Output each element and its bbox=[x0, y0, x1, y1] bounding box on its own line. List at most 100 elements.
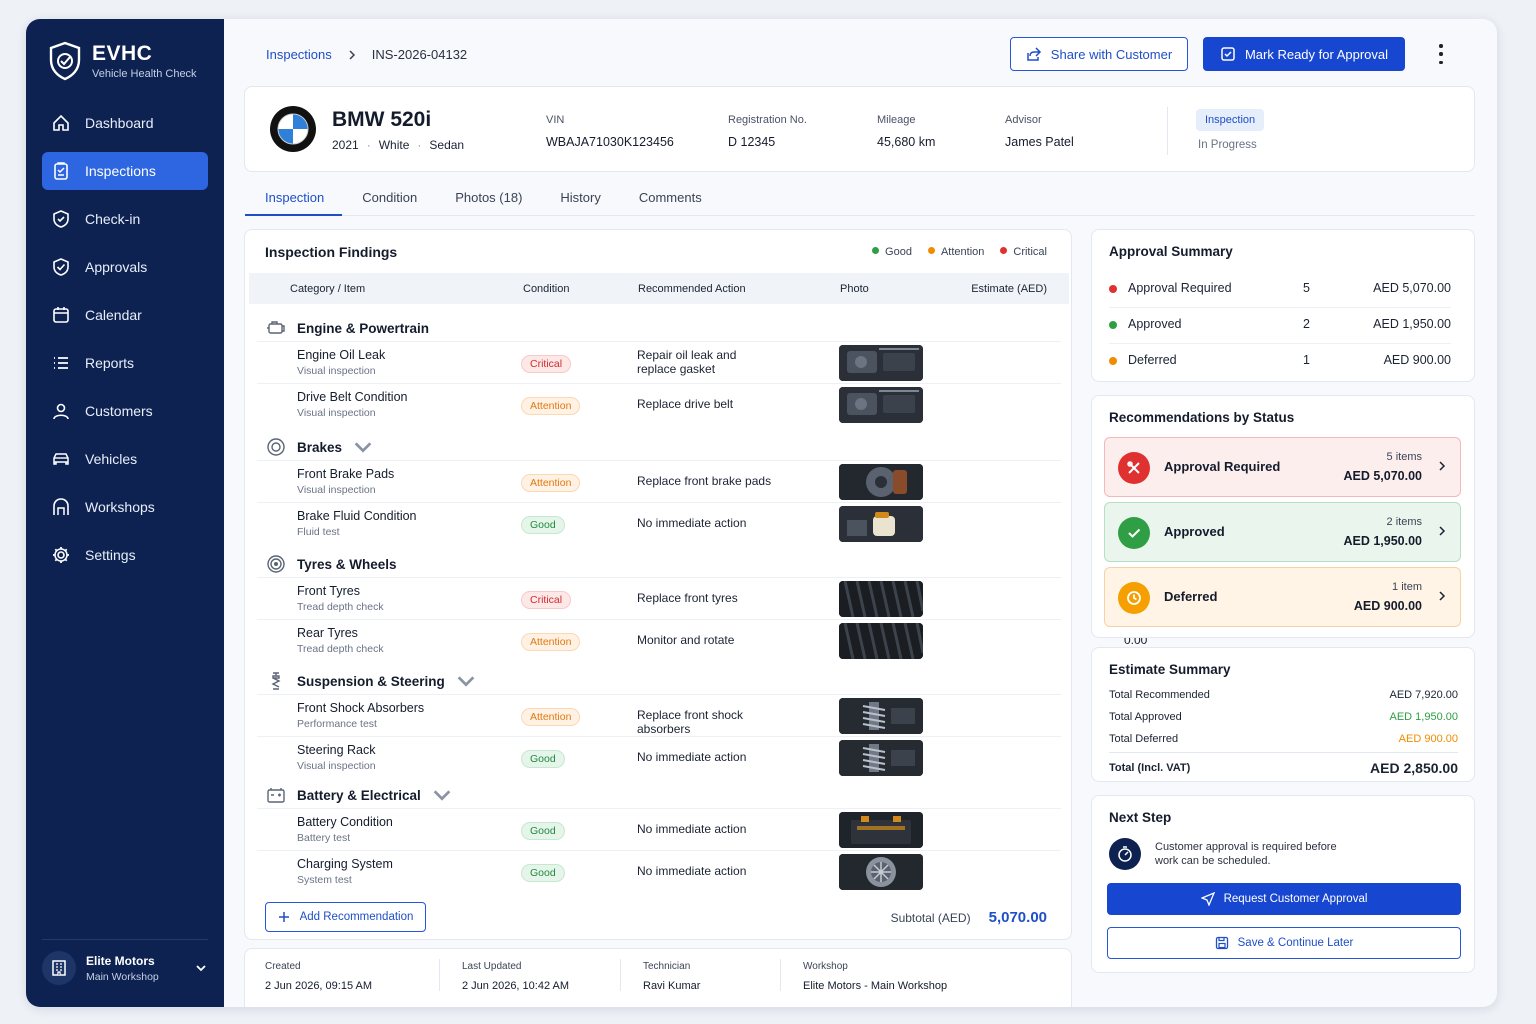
rec-status-deferred[interactable]: Deferred 1 item AED 900.00 bbox=[1104, 567, 1461, 627]
item-name: Engine Oil Leak bbox=[297, 348, 386, 362]
photo-thumbnail[interactable] bbox=[839, 698, 923, 734]
table-row[interactable]: Drive Belt Condition Visual inspection Att… bbox=[257, 383, 1161, 425]
table-row[interactable]: Steering Rack Visual inspection Good No imm… bbox=[257, 736, 1136, 778]
recommended-action: Replace front brake pads bbox=[637, 474, 772, 488]
subtotal: Subtotal (AED) 5,070.00 bbox=[891, 909, 1047, 926]
tab-inspection[interactable]: Inspection bbox=[245, 182, 343, 216]
sidebar-item-workshops[interactable]: Workshops bbox=[42, 488, 208, 526]
group-battery-electrical[interactable]: Battery & Electrical bbox=[265, 784, 453, 806]
sidebar-item-reports[interactable]: Reports bbox=[42, 344, 208, 382]
divider bbox=[620, 959, 621, 991]
more-options-icon[interactable] bbox=[1436, 44, 1446, 64]
group-engine-powertrain[interactable]: Engine & Powertrain bbox=[265, 317, 429, 339]
save-continue-label: Save & Continue Later bbox=[1237, 937, 1354, 949]
table-row[interactable]: Front Shock Absorbers Performance test Att… bbox=[257, 694, 1171, 736]
group-title: Suspension & Steering bbox=[297, 673, 445, 689]
approval-row-approved: Approved 2 AED 1,950.00 bbox=[1109, 308, 1451, 344]
recommended-action: No immediate action bbox=[637, 750, 747, 764]
table-row[interactable]: Rear Tyres Tread depth check Attention Moni… bbox=[257, 619, 1147, 661]
chevron-right-icon bbox=[1439, 526, 1446, 536]
item-sub: Tread depth check bbox=[297, 643, 384, 655]
breadcrumb-parent-link[interactable]: Inspections bbox=[266, 47, 332, 62]
send-icon bbox=[1200, 892, 1215, 906]
table-row[interactable]: Charging System System test Good No immedia… bbox=[257, 850, 1136, 892]
item-name: Front Brake Pads bbox=[297, 467, 395, 481]
next-step-text: Customer approval is required before wor… bbox=[1155, 841, 1337, 867]
tab-photos-18[interactable]: Photos (18) bbox=[435, 182, 540, 216]
mark-ready-button[interactable]: Mark Ready for Approval bbox=[1203, 37, 1405, 71]
table-row[interactable]: Front Brake Pads Visual inspection Attenti… bbox=[257, 460, 1161, 502]
photo-thumbnail[interactable] bbox=[839, 812, 923, 848]
list-icon bbox=[54, 357, 68, 369]
item-name: Brake Fluid Condition bbox=[297, 509, 417, 523]
rec-status-approval-required[interactable]: Approval Required 5 items AED 5,070.00 bbox=[1104, 437, 1461, 497]
table-row[interactable]: Front Tyres Tread depth check Critical Repl… bbox=[257, 577, 1171, 619]
chevron-right-icon bbox=[1439, 591, 1446, 601]
request-approval-label: Request Customer Approval bbox=[1223, 893, 1368, 905]
sidebar-item-vehicles[interactable]: Vehicles bbox=[42, 440, 208, 478]
brake-disc-icon bbox=[267, 438, 285, 456]
request-customer-approval-button[interactable]: Request Customer Approval bbox=[1107, 883, 1461, 915]
photo-thumbnail[interactable] bbox=[839, 854, 923, 890]
item-sub: Visual inspection bbox=[297, 365, 376, 377]
photo-thumbnail[interactable] bbox=[839, 464, 923, 500]
sidebar-item-inspections[interactable]: Inspections bbox=[42, 152, 208, 190]
status-dot bbox=[1109, 321, 1117, 329]
legend-good-label: Good bbox=[885, 246, 912, 258]
share-icon bbox=[1027, 47, 1041, 61]
photo-thumbnail[interactable] bbox=[839, 506, 923, 542]
recommended-action: No immediate action bbox=[637, 864, 747, 878]
sidebar-item-settings[interactable]: Settings bbox=[42, 536, 208, 574]
item-sub: Visual inspection bbox=[297, 407, 376, 419]
sidebar-item-customers[interactable]: Customers bbox=[42, 392, 208, 430]
tab-comments[interactable]: Comments bbox=[619, 182, 720, 216]
tab-bar: Inspection Condition Photos (18) History Com… bbox=[245, 182, 1475, 216]
table-row[interactable]: Battery Condition Battery test Good No imme… bbox=[257, 808, 1136, 850]
estimate-summary-title: Estimate Summary bbox=[1109, 662, 1231, 677]
status-badge: Inspection bbox=[1196, 109, 1265, 131]
photo-thumbnail[interactable] bbox=[839, 740, 923, 776]
group-brakes[interactable]: Brakes bbox=[265, 436, 374, 458]
sidebar-item-check-in[interactable]: Check-in bbox=[42, 200, 208, 238]
rec-amount: AED 900.00 bbox=[1353, 599, 1422, 613]
vehicle-meta: 2021 · White · Sedan bbox=[332, 138, 465, 152]
subtotal-value: 5,070.00 bbox=[988, 909, 1047, 926]
legend-attention: Attention bbox=[927, 246, 984, 258]
col-estimate: Estimate (AED) bbox=[971, 283, 1047, 295]
sidebar-item-dashboard[interactable]: Dashboard bbox=[42, 104, 208, 142]
share-with-customer-button[interactable]: Share with Customer bbox=[1010, 37, 1188, 71]
save-icon bbox=[1215, 936, 1228, 950]
meta-last-updated: Last Updated 2 Jun 2026, 10:42 AM bbox=[462, 961, 569, 992]
table-row[interactable]: Engine Oil Leak Visual inspection Critical… bbox=[257, 341, 1161, 383]
tab-history[interactable]: History bbox=[540, 182, 618, 216]
estimate-row-deferred: Total Deferred AED 900.00 bbox=[1109, 733, 1458, 745]
plus-icon bbox=[278, 912, 289, 922]
rec-status-approved[interactable]: Approved 2 items AED 1,950.00 bbox=[1104, 502, 1461, 562]
photo-thumbnail[interactable] bbox=[839, 581, 923, 617]
estimate-summary-card: Estimate Summary Total Recommended AED 7,… bbox=[1091, 647, 1475, 782]
tab-condition[interactable]: Condition bbox=[342, 182, 435, 216]
battery-icon bbox=[267, 788, 285, 803]
badge-check-icon bbox=[53, 258, 69, 276]
photo-thumbnail[interactable] bbox=[839, 387, 923, 423]
group-tyres-wheels[interactable]: Tyres & Wheels bbox=[265, 553, 397, 575]
registration-value: D 12345 bbox=[728, 135, 776, 149]
sidebar-item-approvals[interactable]: Approvals bbox=[42, 248, 208, 286]
photo-thumbnail[interactable] bbox=[839, 345, 923, 381]
group-suspension-steering[interactable]: Suspension & Steering bbox=[265, 670, 477, 692]
photo-thumbnail[interactable] bbox=[839, 623, 923, 659]
item-name: Battery Condition bbox=[297, 815, 393, 829]
condition-badge: Attention bbox=[521, 708, 581, 726]
approval-label: Approval Required bbox=[1128, 281, 1232, 295]
vehicle-summary-card: BMW 520i 2021 · White · Sedan VIN WBAJA710… bbox=[244, 86, 1475, 172]
brand[interactable]: EVHC Vehicle Health Check bbox=[48, 41, 197, 81]
add-recommendation-button[interactable]: Add Recommendation bbox=[265, 902, 426, 932]
sidebar-item-calendar[interactable]: Calendar bbox=[42, 296, 208, 334]
approval-amount: AED 900.00 bbox=[1383, 353, 1451, 367]
workshop-switcher[interactable]: Elite Motors Main Workshop bbox=[42, 951, 208, 985]
building-icon bbox=[52, 960, 66, 976]
divider bbox=[439, 959, 440, 991]
next-step-title: Next Step bbox=[1109, 810, 1172, 825]
save-continue-later-button[interactable]: Save & Continue Later bbox=[1107, 927, 1461, 959]
table-row[interactable]: Brake Fluid Condition Fluid test Good No im… bbox=[257, 502, 1136, 544]
